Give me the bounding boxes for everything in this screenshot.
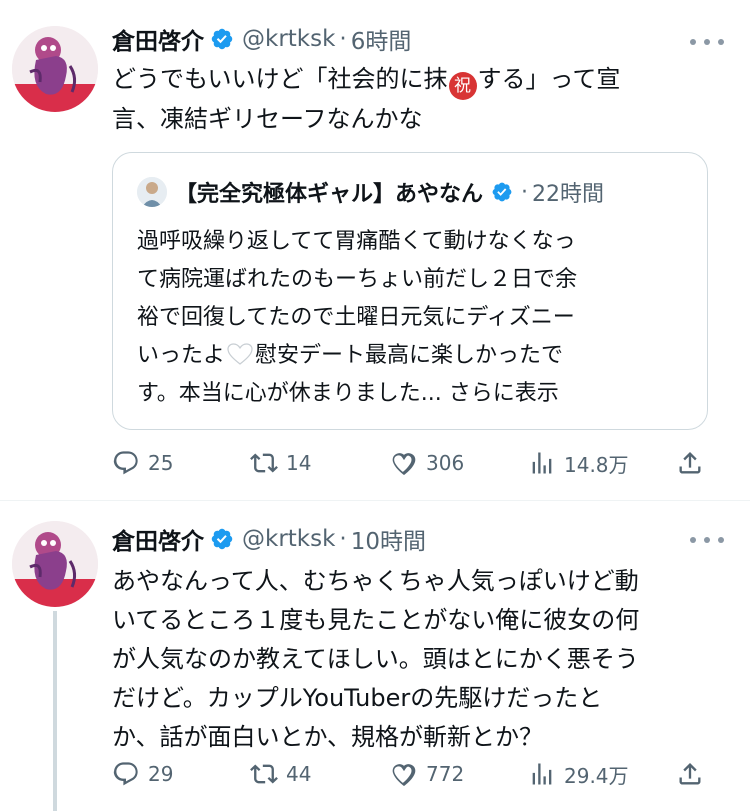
share-icon [679,452,701,474]
retweet-button[interactable]: 14 [250,446,311,480]
text-line: いてるところ１度も見たことがない俺に彼女の何 [112,606,640,634]
views-count: 14.8万 [564,452,629,477]
text-line: 裕で回復してたので土曜日元気にディズニー [137,305,575,330]
author-handle[interactable]: @krtksk [242,26,335,52]
text-segment: する」って宣 [477,65,621,93]
text-line: だけど。カップルYouTuberの先駆けだったと [112,684,603,712]
more-options-icon[interactable] [690,530,724,550]
retweet-count: 44 [286,762,312,786]
retweet-button[interactable]: 44 [250,757,311,791]
author-avatar[interactable] [12,26,98,112]
share-button[interactable] [676,757,712,791]
author-handle[interactable]: @krtksk [242,526,335,552]
like-icon [392,453,416,475]
show-more-link[interactable]: さらに表示 [449,381,559,406]
separator-dot: · [339,526,347,552]
separator-dot: · [339,26,347,52]
like-button[interactable]: 306 [390,446,464,480]
retweet-count: 14 [286,451,312,475]
white-heart-emoji-icon [227,343,253,365]
reply-icon [113,762,138,786]
quoted-tweet-time: 22時間 [532,182,605,207]
text-line: て病院運ばれたのもーちょい前だし２日で余 [137,267,578,292]
text-segment: 慰安デート最高に楽しかったで [255,343,564,368]
tweet-1[interactable]: 倉田啓介 @krtksk · 6時間 どうでもいいけど「社会的に抹祝する」って宣… [0,0,750,500]
tweet-time[interactable]: 6時間 [351,22,412,56]
tweet-time[interactable]: 10時間 [351,522,426,556]
reply-button[interactable]: 29 [112,757,173,791]
quoted-tweet-header: 【完全究極体ギャル】あやなん · 22時間 [137,175,604,209]
views-icon [532,763,552,785]
like-count: 772 [426,762,465,786]
tweet-text: どうでもいいけど「社会的に抹祝する」って宣 言、凍結ギリセーフなんかな [112,60,712,139]
reply-icon [113,451,138,475]
text-line: 過呼吸繰り返してて胃痛酷くて動けなくなっ [137,229,576,254]
text-segment: どうでもいいけど「社会的に抹 [112,65,448,93]
verified-badge-icon [211,528,233,550]
tweet-header: 倉田啓介 @krtksk · 6時間 [112,22,411,56]
retweet-icon [250,453,278,473]
text-segment: いったよ [137,343,226,368]
reply-count: 25 [148,451,174,475]
separator-dot: · [521,179,529,205]
tweet-actions: 29 44 772 29.4万 [112,757,712,791]
like-button[interactable]: 772 [390,757,464,791]
quoted-tweet[interactable]: 【完全究極体ギャル】あやなん · 22時間 過呼吸繰り返してて胃痛酷くて動けなく… [112,152,708,430]
reply-button[interactable]: 25 [112,446,173,480]
text-line: 言、凍結ギリセーフなんかな [112,105,423,133]
celebration-kanji-emoji-icon: 祝 [448,72,477,100]
views-button[interactable]: 14.8万 [528,446,629,480]
reply-count: 29 [148,762,174,786]
like-icon [392,764,416,786]
retweet-icon [250,764,278,784]
author-name[interactable]: 倉田啓介 [112,22,204,56]
verified-badge-icon [492,182,512,202]
author-avatar[interactable] [12,521,98,607]
text-line: が人気なのか教えてほしい。頭はとにかく悪そう [112,645,639,673]
verified-badge-icon [211,28,233,50]
text-line: か、話が面白いとか、規格が斬新とか？ [112,723,544,751]
like-count: 306 [426,451,465,475]
share-icon [679,763,701,785]
author-name[interactable]: 倉田啓介 [112,522,204,556]
text-line: あやなんって人、むちゃくちゃ人気っぽいけど動 [112,567,639,595]
thread-connector-line [53,611,57,811]
tweet-text: あやなんって人、むちゃくちゃ人気っぽいけど動 いてるところ１度も見たことがない俺… [112,562,712,757]
quoted-author-avatar [137,177,167,207]
more-options-icon[interactable] [690,32,724,52]
quoted-author-name: 【完全究極体ギャル】あやなん [175,182,484,207]
quoted-tweet-text: 過呼吸繰り返してて胃痛酷くて動けなくなっ て病院運ばれたのもーちょい前だし２日で… [137,223,697,413]
text-segment: す。本当に心が休まりました... [137,381,442,406]
views-icon [532,452,552,474]
tweet-actions: 25 14 306 14.8万 [112,446,712,480]
views-button[interactable]: 29.4万 [528,757,629,791]
tweet-header: 倉田啓介 @krtksk · 10時間 [112,522,426,556]
views-count: 29.4万 [564,763,629,788]
share-button[interactable] [676,446,712,480]
